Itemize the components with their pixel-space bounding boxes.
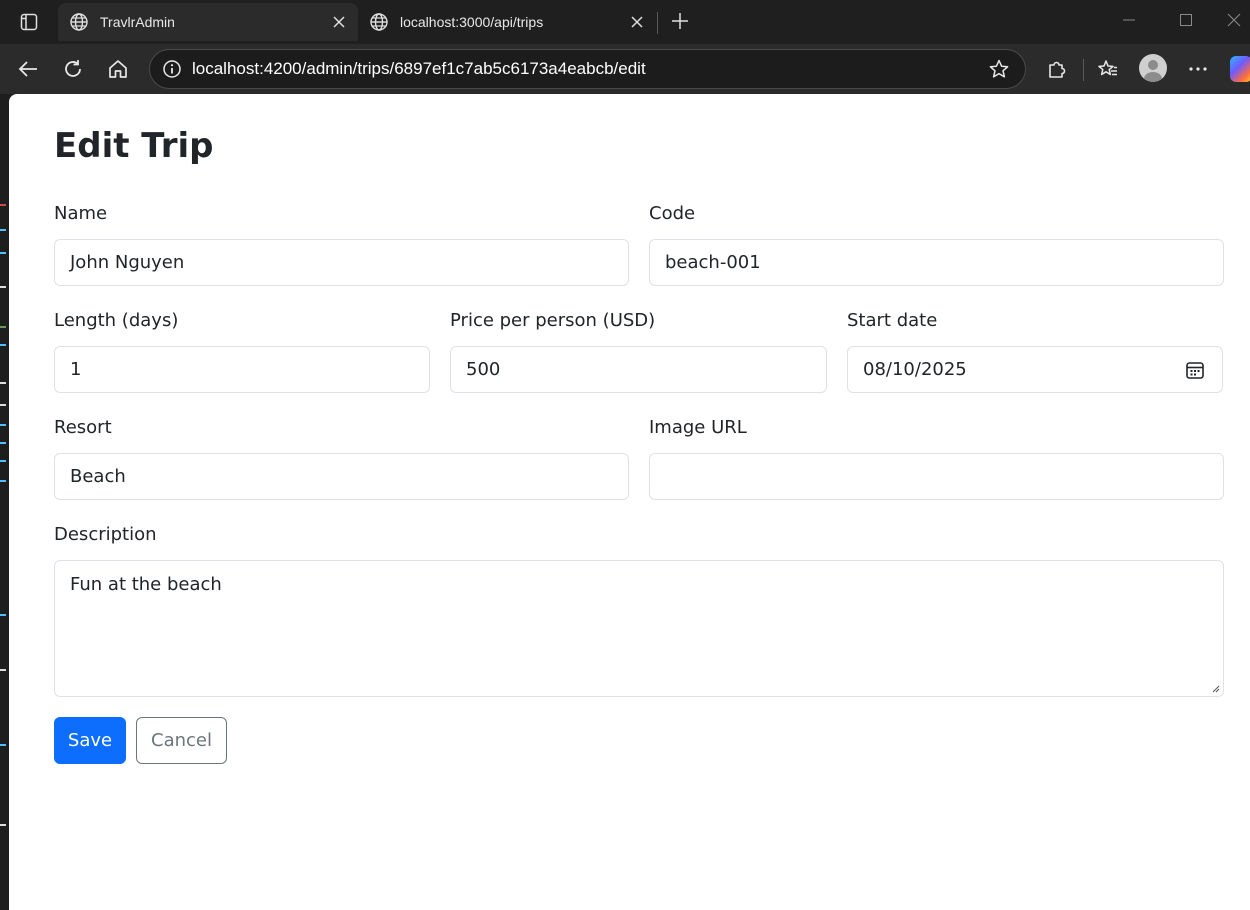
reload-button[interactable]: [56, 52, 90, 86]
maximize-button[interactable]: [1163, 6, 1209, 34]
tab-api-trips[interactable]: localhost:3000/api/trips: [358, 3, 656, 41]
description-value: Fun at the beach: [70, 574, 222, 595]
start-date-input[interactable]: 08/10/2025: [847, 346, 1223, 393]
tab-travlr-admin[interactable]: TravlrAdmin: [58, 3, 358, 41]
close-icon: [1227, 13, 1241, 27]
image-url-label: Image URL: [649, 417, 747, 438]
resize-handle-icon[interactable]: [1210, 683, 1220, 693]
length-label: Length (days): [54, 310, 179, 331]
tab-divider: [657, 12, 658, 34]
image-url-input[interactable]: [649, 453, 1224, 500]
browser-tab-bar: TravlrAdmin localhost:3000/api/trips: [0, 0, 1250, 44]
more-dots-icon: [1189, 67, 1207, 71]
resort-label: Resort: [54, 417, 112, 438]
extensions-button[interactable]: [1040, 52, 1074, 86]
close-window-button[interactable]: [1218, 6, 1250, 34]
home-icon: [109, 60, 127, 78]
favorites-list-icon: [1098, 60, 1117, 76]
name-label: Name: [54, 203, 108, 224]
puzzle-icon: [1049, 61, 1066, 78]
resort-input[interactable]: Beach: [54, 453, 629, 500]
page-viewport: Edit Trip Name John Nguyen Code beach-00…: [9, 94, 1250, 910]
globe-icon: [68, 11, 90, 33]
favorite-star-icon[interactable]: [979, 58, 1019, 80]
start-date-value: 08/10/2025: [863, 359, 967, 380]
favorites-button[interactable]: [1091, 52, 1125, 86]
calendar-icon[interactable]: [1184, 359, 1206, 381]
url-text: localhost:4200/admin/trips/6897ef1c7ab5c…: [192, 59, 646, 78]
description-textarea[interactable]: Fun at the beach: [54, 560, 1224, 697]
name-input[interactable]: John Nguyen: [54, 239, 629, 286]
maximize-icon: [1180, 14, 1192, 26]
browser-toolbar: localhost:4200/admin/trips/6897ef1c7ab5c…: [0, 44, 1250, 94]
minimize-button[interactable]: [1106, 6, 1152, 34]
globe-icon: [368, 11, 390, 33]
tab-label: localhost:3000/api/trips: [400, 14, 544, 30]
settings-more-button[interactable]: [1181, 52, 1215, 86]
address-bar[interactable]: localhost:4200/admin/trips/6897ef1c7ab5c…: [149, 49, 1026, 89]
code-input[interactable]: beach-001: [649, 239, 1224, 286]
copilot-icon[interactable]: [1230, 56, 1250, 82]
reload-icon: [65, 60, 81, 77]
page-title: Edit Trip: [54, 126, 214, 166]
start-date-label: Start date: [847, 310, 938, 331]
description-label: Description: [54, 524, 157, 545]
tab-actions-button[interactable]: [6, 6, 52, 38]
back-arrow-icon: [18, 61, 37, 77]
background-window-edge: [0, 94, 9, 910]
tab-actions-icon: [20, 13, 38, 31]
price-label: Price per person (USD): [450, 310, 656, 331]
cancel-button[interactable]: Cancel: [136, 717, 227, 764]
tab-label: TravlrAdmin: [100, 14, 175, 30]
price-input[interactable]: 500: [450, 346, 827, 393]
close-icon[interactable]: [624, 9, 650, 35]
save-button[interactable]: Save: [54, 717, 126, 764]
toolbar-divider: [1083, 59, 1084, 81]
code-label: Code: [649, 203, 696, 224]
profile-avatar[interactable]: [1139, 54, 1167, 82]
new-tab-button[interactable]: [666, 7, 694, 35]
plus-icon: [672, 13, 688, 29]
home-button[interactable]: [101, 52, 135, 86]
close-icon[interactable]: [326, 9, 352, 35]
back-button[interactable]: [11, 52, 45, 86]
length-input[interactable]: 1: [54, 346, 430, 393]
minimize-icon: [1123, 19, 1135, 21]
user-icon: [1144, 60, 1162, 82]
site-info-icon[interactable]: [152, 59, 192, 79]
